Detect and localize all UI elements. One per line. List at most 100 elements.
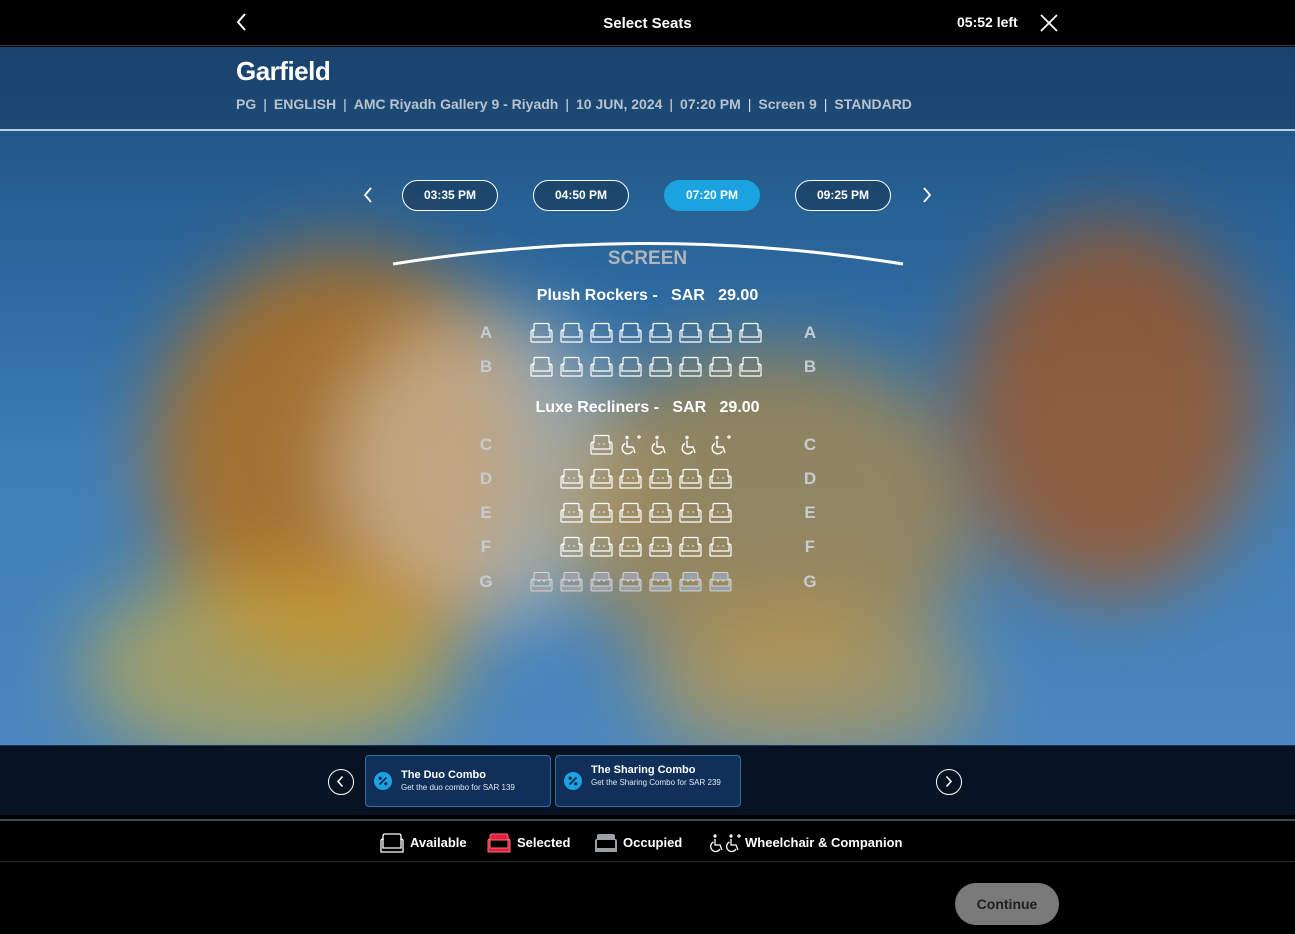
combo-description: Get the Sharing Combo for SAR 239 [591,778,721,787]
seat-available[interactable] [589,536,614,558]
seat-rocker[interactable] [678,322,703,344]
combo-card-sharing[interactable]: The Sharing Combo Get the Sharing Combo … [555,755,741,807]
seat-available[interactable] [708,502,733,524]
combo-prev-icon[interactable] [328,769,354,795]
row-label-g-left: G [479,572,493,591]
language-label: ENGLISH [273,96,337,112]
row-label-e-left: E [480,503,492,522]
seat-available[interactable] [648,468,673,490]
wheelchair-companion-icon [710,832,742,854]
row-label-a-left: A [479,323,493,342]
screen-number-label: Screen 9 [758,96,817,112]
seat-rocker[interactable] [559,356,584,378]
seat-rocker[interactable] [678,356,703,378]
occupied-seat-icon [593,832,619,854]
legend-wheelchair-label: Wheelchair & Companion [745,835,903,850]
seat-rocker[interactable] [738,356,763,378]
selected-seat-icon [486,832,512,854]
movie-title: Garfield [236,56,331,86]
row-label-f-right: F [804,537,816,556]
combo-bar: The Duo Combo Get the duo combo for SAR … [0,745,1295,815]
seat-rocker[interactable] [708,356,733,378]
seat-available[interactable] [618,536,643,558]
available-seat-icon [379,832,405,854]
seat-rocker[interactable] [618,356,643,378]
time-label: 07:20 PM [680,96,741,112]
section-name: Plush Rockers - [536,287,658,304]
seat-rocker[interactable] [648,356,673,378]
seat-rocker[interactable] [529,356,554,378]
page-title: Select Seats [603,15,692,32]
rating-label: PG [236,96,257,112]
seat-available[interactable] [618,502,643,524]
discount-icon [564,772,582,790]
section-title-plush-rockers: Plush Rockers - SAR 29.00 [0,287,1295,305]
seat-available[interactable] [618,468,643,490]
seat-occupied [648,571,673,593]
row-label-f-left: F [480,537,492,556]
section-currency: SAR [672,399,707,416]
seat-available[interactable] [708,468,733,490]
row-label-b-left: B [479,357,493,376]
seat-available[interactable] [589,434,614,456]
wheelchair-seat-icon[interactable] [648,434,673,456]
row-label-c-left: C [479,435,493,454]
seat-occupied [589,571,614,593]
seat-legend: Available Selected Occupied Wheelchair &… [0,819,1295,862]
combo-next-icon[interactable] [936,769,962,795]
seat-available[interactable] [589,502,614,524]
combo-title: The Sharing Combo [591,764,696,776]
seat-available[interactable] [559,468,584,490]
companion-seat-icon[interactable] [708,434,733,456]
section-name: Luxe Recliners - [535,399,660,416]
showtime-0335[interactable]: 03:35 PM [402,180,498,211]
seat-available[interactable] [678,536,703,558]
seat-available[interactable] [678,502,703,524]
legend-occupied-label: Occupied [623,835,683,850]
wheelchair-seat-icon[interactable] [678,434,703,456]
showtime-0450[interactable]: 04:50 PM [533,180,629,211]
seat-available[interactable] [589,468,614,490]
showtime-0925[interactable]: 09:25 PM [795,180,891,211]
movie-meta: PG | ENGLISH | AMC Riyadh Gallery 9 - Riyadh… [236,96,912,112]
seat-available[interactable] [559,536,584,558]
showtime-prev-icon[interactable] [358,183,378,207]
seat-rocker[interactable] [589,322,614,344]
close-icon[interactable] [1039,13,1059,33]
combo-description: Get the duo combo for SAR 139 [401,783,515,792]
cinema-label: AMC Riyadh Gallery 9 - Riyadh [353,96,559,112]
seat-available[interactable] [648,536,673,558]
movie-info-header: Garfield PG | ENGLISH | AMC Riyadh Gallery 9… [0,47,1295,131]
legend-available-label: Available [410,835,467,850]
row-label-a-right: A [803,323,817,342]
date-label: 10 JUN, 2024 [576,96,663,112]
combo-card-duo[interactable]: The Duo Combo Get the duo combo for SAR … [365,755,551,807]
seat-rocker[interactable] [559,322,584,344]
seat-occupied [529,571,554,593]
top-bar: Select Seats 05:52 left [0,0,1295,46]
seat-available[interactable] [678,468,703,490]
row-label-e-right: E [804,503,816,522]
seat-occupied [618,571,643,593]
seat-rocker[interactable] [589,356,614,378]
showtime-0720[interactable]: 07:20 PM [664,180,760,211]
seat-rocker[interactable] [618,322,643,344]
companion-seat-icon[interactable] [618,434,643,456]
row-label-d-left: D [479,469,493,488]
row-label-d-right: D [803,469,817,488]
format-label: STANDARD [834,96,912,112]
seat-available[interactable] [559,502,584,524]
seat-rocker[interactable] [738,322,763,344]
continue-button[interactable]: Continue [955,883,1059,925]
seat-available[interactable] [648,502,673,524]
section-price: 29.00 [718,287,759,304]
seat-map-area: Garfield PG | ENGLISH | AMC Riyadh Gallery 9… [0,47,1295,745]
showtime-next-icon[interactable] [917,183,937,207]
seat-rocker[interactable] [529,322,554,344]
seat-rocker[interactable] [648,322,673,344]
seat-occupied [559,571,584,593]
seat-rocker[interactable] [708,322,733,344]
seat-available[interactable] [708,536,733,558]
combo-title: The Duo Combo [401,769,486,781]
section-price: 29.00 [719,399,760,416]
